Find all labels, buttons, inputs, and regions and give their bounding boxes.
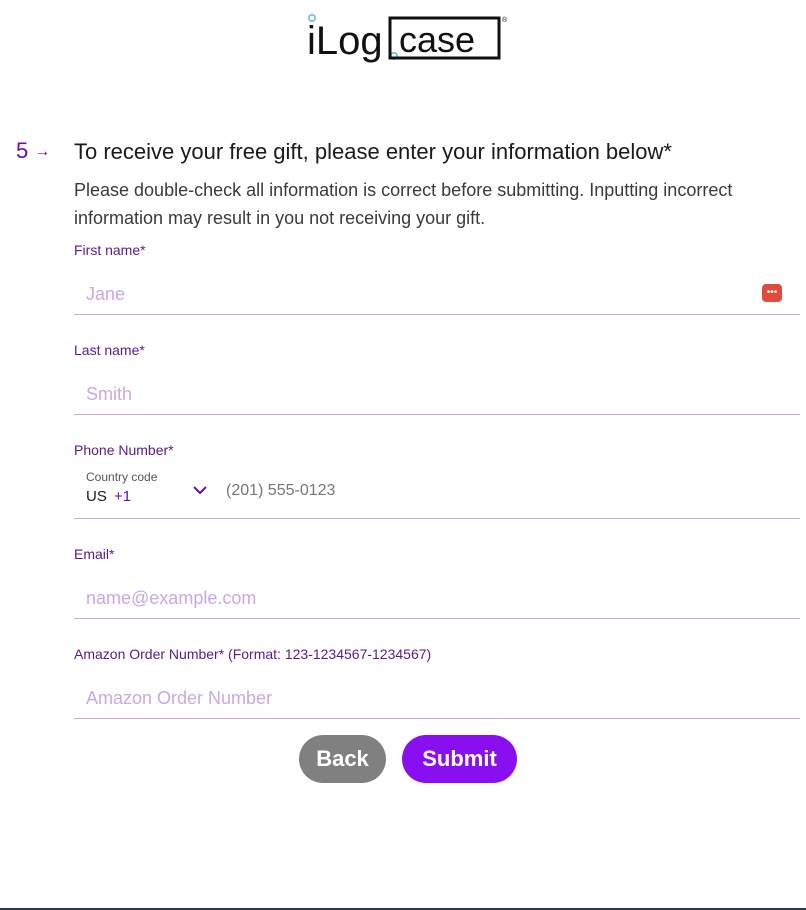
amazon-order-field: Amazon Order Number* (Format: 123-123456… <box>74 646 800 719</box>
phone-label: Phone Number* <box>74 442 174 458</box>
password-dots-icon[interactable]: ••• <box>762 284 782 302</box>
submit-button[interactable]: Submit <box>402 735 517 783</box>
svg-text:®: ® <box>502 16 508 24</box>
email-input[interactable] <box>74 579 800 619</box>
last-name-input[interactable] <box>74 375 800 415</box>
question-title: To receive your free gift, please enter … <box>74 139 672 164</box>
question-number-text: 5 <box>16 138 29 163</box>
country-code-value[interactable]: US <box>86 488 107 505</box>
first-name-input[interactable] <box>74 275 800 315</box>
email-field: Email* <box>74 546 800 619</box>
phone-row: Country code US +1 <box>74 468 800 519</box>
question-number: 5 → <box>16 138 50 164</box>
logo: iLog case ® <box>306 12 512 64</box>
last-name-field: Last name* <box>74 342 800 415</box>
first-name-field: First name* ••• <box>74 242 800 315</box>
dial-code[interactable]: +1 <box>114 488 131 505</box>
amazon-order-label: Amazon Order Number* (Format: 123-123456… <box>74 646 432 662</box>
arrow-right-icon: → <box>34 143 51 160</box>
country-code-label: Country code <box>86 470 158 484</box>
back-button[interactable]: Back <box>299 735 386 783</box>
logo-graphic: iLog case ® <box>307 14 508 63</box>
question-description: Please double-check all information is c… <box>74 180 733 228</box>
phone-input[interactable] <box>224 476 788 506</box>
svg-text:case: case <box>399 19 475 60</box>
first-name-label: First name* <box>74 242 146 258</box>
chevron-down-icon[interactable] <box>192 482 208 498</box>
amazon-order-input[interactable] <box>74 679 800 719</box>
last-name-label: Last name* <box>74 342 145 358</box>
phone-field: Phone Number* Country code US +1 <box>74 442 800 519</box>
svg-text:iLog: iLog <box>307 19 383 63</box>
email-label: Email* <box>74 546 115 562</box>
